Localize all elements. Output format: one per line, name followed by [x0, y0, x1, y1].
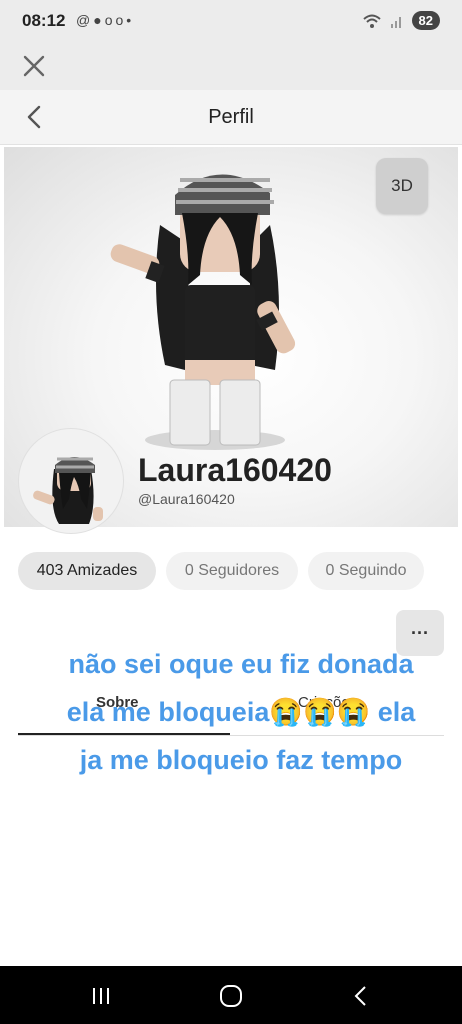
overlay-caption: não sei oque eu fiz donada ela me bloque…: [66, 649, 416, 775]
followers-count-button[interactable]: 0 Seguidores: [166, 552, 298, 590]
page-header: Perfil: [0, 90, 462, 145]
avatar-headshot[interactable]: [18, 428, 124, 534]
page-title: Perfil: [208, 106, 254, 128]
toggle-3d-button[interactable]: 3D: [376, 158, 428, 214]
signal-icon: [390, 16, 401, 28]
friends-count-button[interactable]: 403 Amizades: [18, 552, 156, 590]
dot-icon: •: [126, 12, 135, 28]
display-name: Laura160420: [138, 452, 332, 488]
system-back-icon[interactable]: [346, 982, 376, 1010]
system-nav-bar: [0, 966, 462, 1024]
status-time: 08:12: [22, 11, 66, 30]
chat-icon: ●: [93, 12, 105, 28]
recent-apps-icon[interactable]: [86, 982, 116, 1010]
close-icon[interactable]: [20, 52, 48, 80]
home-icon[interactable]: [216, 982, 246, 1010]
voicemail-icon: oo: [104, 12, 127, 28]
wifi-icon: [362, 14, 381, 28]
avatar-thumbnail: [33, 457, 103, 524]
battery-indicator: 82: [411, 11, 440, 30]
at-icon: @: [76, 12, 94, 28]
following-count-button[interactable]: 0 Seguindo: [308, 552, 424, 590]
status-bar: 08:12 @●oo• 82: [0, 0, 462, 44]
status-right: 82: [362, 11, 440, 30]
notification-icons: @●oo•: [76, 12, 134, 28]
username: @Laura160420: [138, 491, 235, 507]
webview-top-bar: [0, 44, 462, 90]
avatar-3d-figure: [110, 174, 296, 450]
